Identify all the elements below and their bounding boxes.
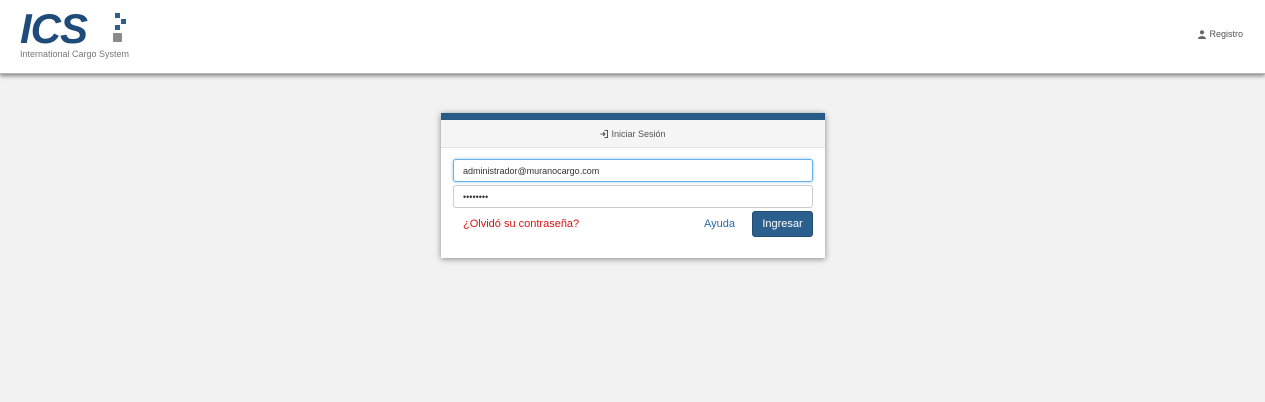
email-field[interactable] <box>453 159 813 182</box>
help-link[interactable]: Ayuda <box>704 218 735 230</box>
user-icon <box>1198 29 1207 39</box>
register-label: Registro <box>1209 29 1243 39</box>
login-panel-heading: Iniciar Sesión <box>441 120 825 148</box>
login-form: ¿Olvidó su contraseña? Ayuda Ingresar <box>441 148 825 241</box>
password-field[interactable] <box>453 185 813 208</box>
top-navbar: ICS International Cargo System Registro <box>0 0 1265 74</box>
login-button[interactable]: Ingresar <box>752 211 813 237</box>
sign-in-icon <box>600 129 609 138</box>
logo-wordmark: ICS <box>20 5 88 52</box>
logo-dots-icon <box>113 13 133 45</box>
login-actions: ¿Olvidó su contraseña? Ayuda Ingresar <box>453 211 813 241</box>
login-heading: Iniciar Sesión <box>611 128 666 139</box>
register-link[interactable]: Registro <box>1198 29 1243 39</box>
login-panel: Iniciar Sesión ¿Olvidó su contraseña? Ay… <box>441 113 825 258</box>
ics-logo[interactable]: ICS International Cargo System <box>20 5 140 64</box>
forgot-password-link[interactable]: ¿Olvidó su contraseña? <box>463 218 579 230</box>
logo-tagline: International Cargo System <box>20 49 130 59</box>
